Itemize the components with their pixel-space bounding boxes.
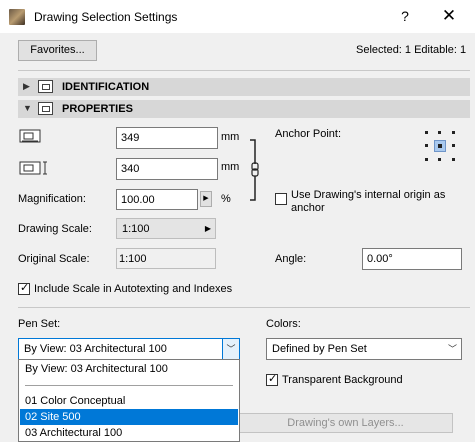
help-button[interactable]: ? [395,6,415,26]
app-icon [9,9,25,25]
pen-set-option-highlighted[interactable]: 02 Site 500 [20,409,238,425]
width-unit: mm [221,131,240,143]
drawing-scale-label: Drawing Scale: [18,223,92,235]
internal-origin-checkbox[interactable] [275,193,287,205]
magnification-label: Magnification: [18,193,86,205]
pen-set-select[interactable]: By View: 03 Architectural 100 ﹀ [18,338,240,360]
anchor-dot[interactable] [425,158,428,161]
colors-select[interactable]: Defined by Pen Set ﹀ [266,338,462,360]
expand-arrow-icon: ▶ [23,81,30,91]
properties-icon [38,102,53,115]
anchor-center-selected[interactable] [434,140,446,152]
pen-set-dropdown-list: By View: 03 Architectural 100 01 Color C… [18,359,240,442]
include-scale-label: Include Scale in Autotexting and Indexes [34,283,233,295]
proportion-link-icon[interactable] [249,138,261,202]
anchor-point-label: Anchor Point: [275,128,342,140]
window-title: Drawing Selection Settings [34,10,178,24]
pen-set-option[interactable]: 01 Color Conceptual [20,393,238,409]
drawing-scale-select[interactable]: 1:100 ▶ [116,218,216,239]
anchor-dot[interactable] [452,144,455,147]
properties-label: PROPERTIES [62,103,133,115]
anchor-dot[interactable] [425,144,428,147]
anchor-dot[interactable] [438,158,441,161]
height-unit: mm [221,161,240,173]
magnification-stepper[interactable]: ▶ [200,191,212,207]
divider [18,307,470,308]
anchor-dot[interactable] [452,158,455,161]
pen-set-value: By View: 03 Architectural 100 [24,343,167,355]
height-icon [19,161,47,175]
close-button[interactable]: ✕ [437,5,461,27]
angle-input[interactable]: 0.00° [362,248,462,270]
magnification-unit: % [221,193,231,205]
anchor-point-selector[interactable] [425,131,455,161]
properties-panel-header[interactable]: ▼ PROPERTIES [18,100,470,118]
colors-label: Colors: [266,318,301,330]
internal-origin-label: Use Drawing's internal origin as anchor [291,189,446,214]
anchor-dot[interactable] [438,131,441,134]
drawing-scale-arrow-icon: ▶ [204,224,211,233]
dropdown-separator [25,385,233,386]
transparent-background-checkbox[interactable] [266,372,278,386]
title-bar: Drawing Selection Settings ? ✕ [0,0,475,33]
width-input[interactable]: 349 [116,127,218,149]
identification-icon [38,80,53,93]
drawings-own-layers-button[interactable]: Drawing's own Layers... [238,413,453,433]
original-scale-value: 1:100 [116,248,216,269]
width-icon [19,129,41,143]
angle-label: Angle: [275,253,307,265]
identification-panel-header[interactable]: ▶ IDENTIFICATION [18,78,470,96]
anchor-dot[interactable] [452,131,455,134]
include-scale-checkbox[interactable] [18,281,30,295]
original-scale-label: Original Scale: [18,253,90,265]
colors-value: Defined by Pen Set [272,343,367,355]
divider [18,70,470,71]
chevron-down-icon: ﹀ [447,344,457,354]
pen-set-option[interactable]: By View: 03 Architectural 100 [20,361,238,377]
identification-label: IDENTIFICATION [62,81,150,93]
transparent-background-label: Transparent Background [282,374,403,386]
height-input[interactable]: 340 [116,158,218,180]
collapse-arrow-icon: ▼ [23,103,32,113]
drawing-scale-value: 1:100 [122,223,150,235]
chevron-down-icon: ﹀ [222,339,239,359]
pen-set-label: Pen Set: [18,318,61,330]
selection-info: Selected: 1 Editable: 1 [356,44,467,56]
favorites-button[interactable]: Favorites... [18,40,97,61]
anchor-dot[interactable] [425,131,428,134]
pen-set-option[interactable]: 03 Architectural 100 [20,425,238,441]
magnification-input[interactable]: 100.00 [116,189,198,210]
